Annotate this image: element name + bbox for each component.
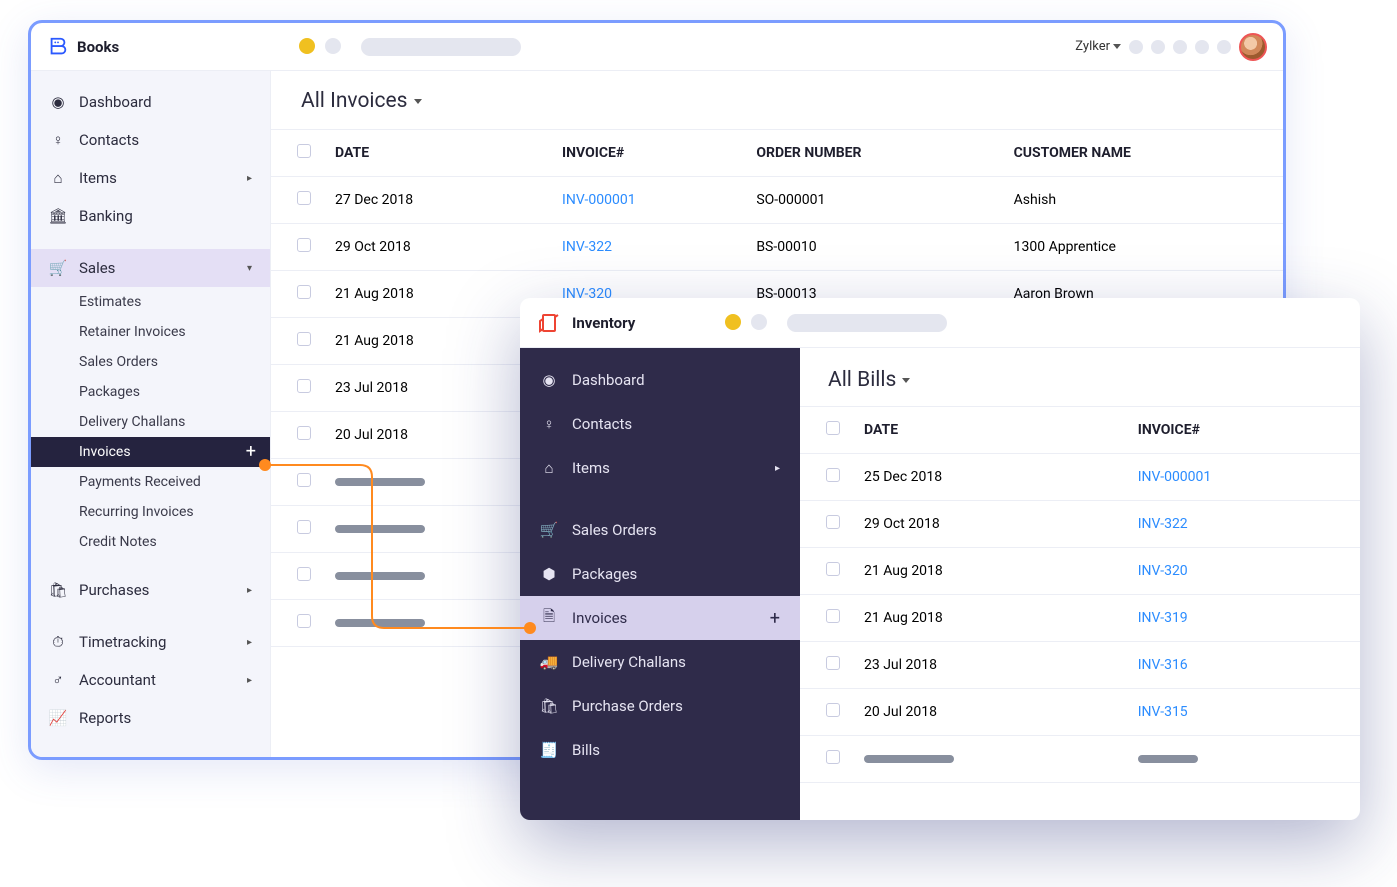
connector-dot-end <box>524 622 536 634</box>
connector-line <box>0 0 1397 887</box>
connector-dot-start <box>259 459 271 471</box>
